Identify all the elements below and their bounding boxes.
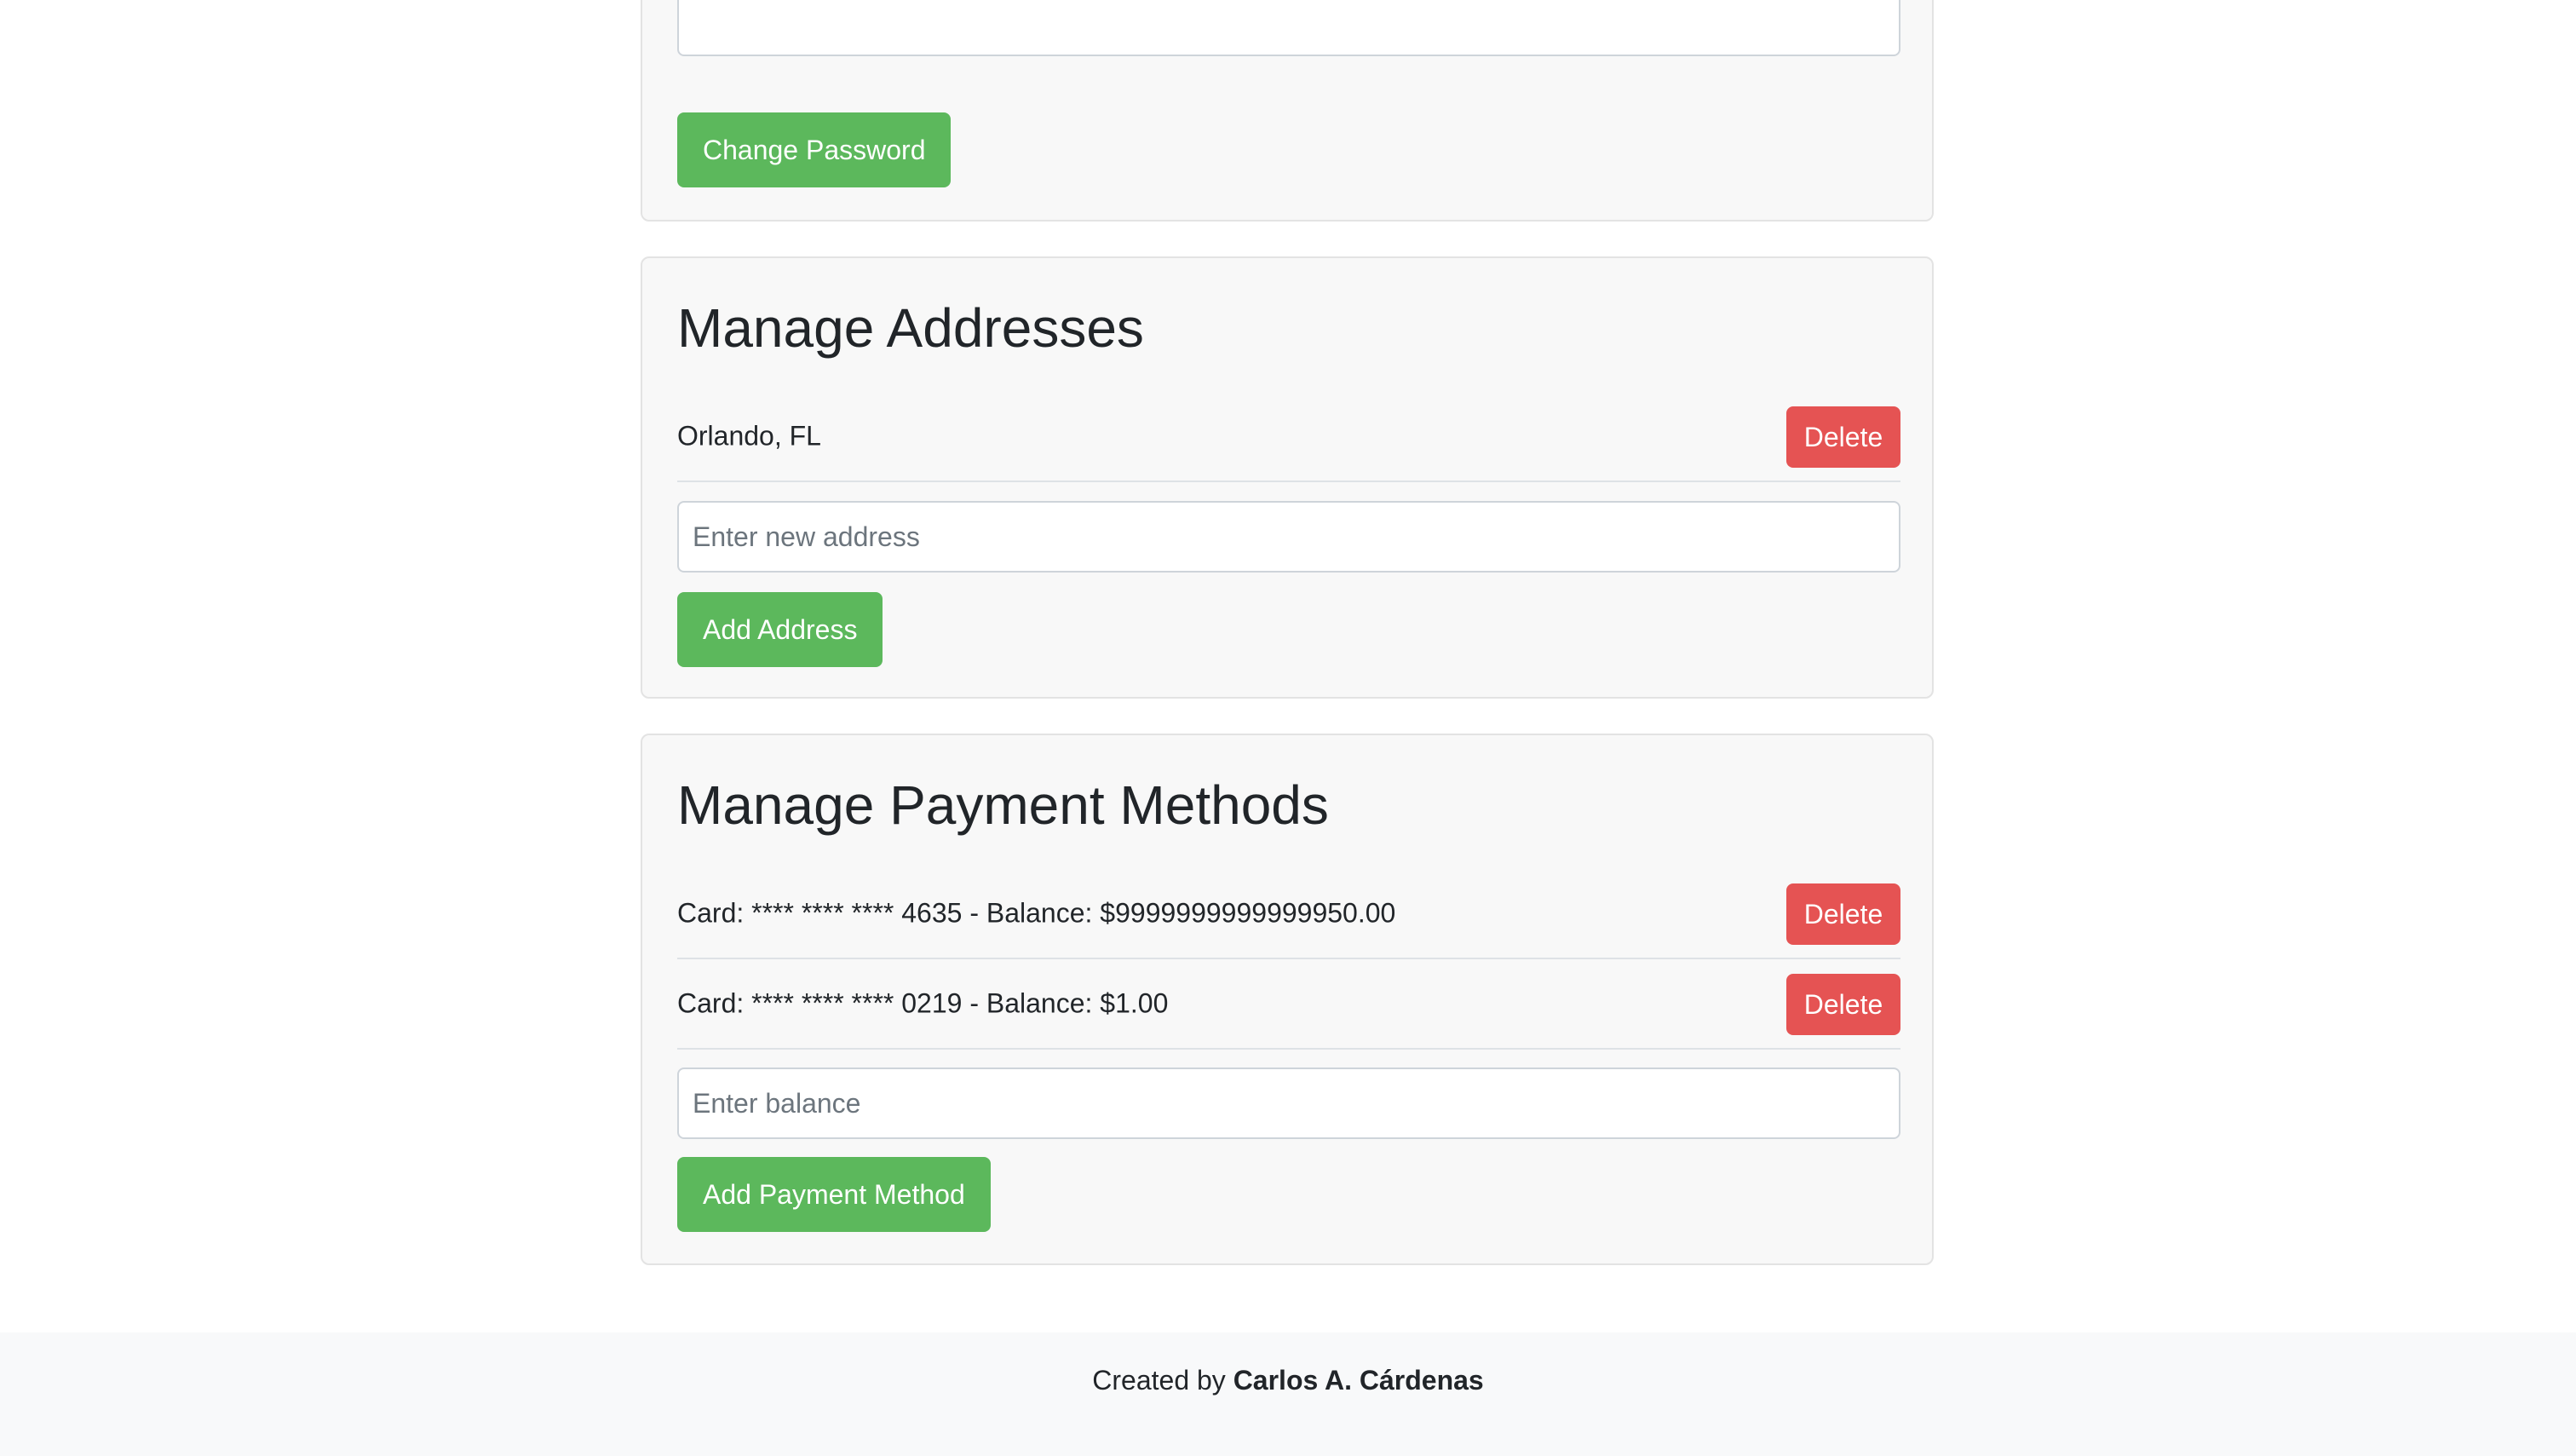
add-payment-method-button[interactable]: Add Payment Method — [677, 1157, 991, 1232]
change-password-button[interactable]: Change Password — [677, 112, 952, 187]
delete-payment-method-button[interactable]: Delete — [1786, 883, 1900, 945]
payment-method-row: Card: **** **** **** 4635 - Balance: $99… — [677, 869, 1900, 959]
manage-payment-methods-card: Manage Payment Methods Card: **** **** *… — [641, 734, 1934, 1265]
address-row: Orlando, FL Delete — [677, 392, 1900, 482]
footer-credit: Created by Carlos A. Cárdenas — [1092, 1365, 1483, 1396]
footer-author: Carlos A. Cárdenas — [1233, 1365, 1484, 1396]
addresses-title: Manage Addresses — [677, 297, 1144, 359]
footer: Created by Carlos A. Cárdenas — [0, 1332, 2576, 1456]
payment-method-text: Card: **** **** **** 0219 - Balance: $1.… — [677, 987, 1169, 1019]
change-password-card: Change Password — [641, 0, 1934, 222]
new-address-input[interactable] — [677, 501, 1900, 573]
payment-method-row: Card: **** **** **** 0219 - Balance: $1.… — [677, 959, 1900, 1050]
add-address-button[interactable]: Add Address — [677, 592, 883, 667]
footer-prefix: Created by — [1092, 1365, 1233, 1396]
password-field[interactable] — [677, 0, 1900, 56]
delete-payment-method-button[interactable]: Delete — [1786, 974, 1900, 1035]
payment-methods-title: Manage Payment Methods — [677, 774, 1329, 836]
delete-address-button[interactable]: Delete — [1786, 406, 1900, 468]
payment-method-text: Card: **** **** **** 4635 - Balance: $99… — [677, 897, 1396, 929]
address-text: Orlando, FL — [677, 420, 821, 452]
balance-input[interactable] — [677, 1068, 1900, 1139]
manage-addresses-card: Manage Addresses Orlando, FL Delete Add … — [641, 256, 1934, 699]
